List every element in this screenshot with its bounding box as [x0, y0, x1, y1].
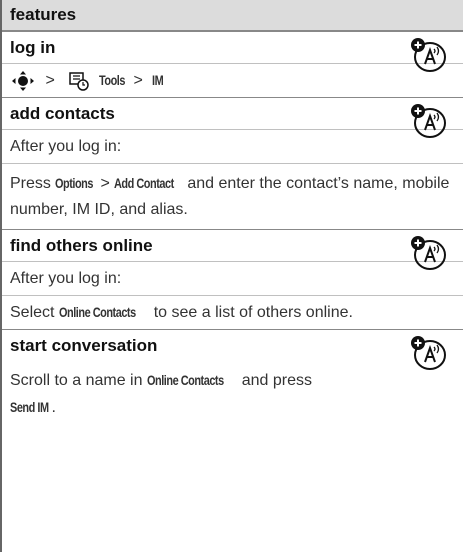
feature-table: features log in > Tools > IM add contact…	[0, 0, 463, 552]
navigation-key-icon	[12, 70, 34, 91]
path-separator: >	[45, 72, 55, 89]
section-title-log-in: log in	[2, 31, 463, 63]
section-start-conversation: start conversation Scroll to a name in O…	[2, 329, 463, 427]
path-separator: >	[133, 72, 143, 89]
carrier-dependent-icon	[411, 236, 446, 270]
tools-menu-icon	[69, 72, 89, 91]
menu-online-contacts: Online Contacts	[146, 372, 224, 388]
menu-online-contacts: Online Contacts	[58, 304, 136, 320]
instruction-text: Select Online Contacts to see a list of …	[2, 295, 463, 329]
section-title-find-others: find others online	[2, 229, 463, 261]
menu-options: Options	[55, 175, 94, 191]
instruction-text: Scroll to a name in Online Contacts and …	[2, 361, 463, 427]
section-title-add-contacts: add contacts	[2, 97, 463, 129]
menu-tools: Tools	[98, 72, 125, 88]
menu-add-contact: Add Contact	[114, 175, 175, 191]
menu-send-im: Send IM	[10, 399, 49, 415]
carrier-dependent-icon	[411, 38, 446, 72]
log-in-path: > Tools > IM	[2, 63, 463, 97]
instruction-text: After you log in:	[2, 261, 463, 295]
menu-im: IM	[152, 72, 164, 88]
section-find-others-online: find others online After you log in: Sel…	[2, 229, 463, 329]
instruction-text: Press Options > Add Contact and enter th…	[2, 163, 463, 229]
section-log-in: log in > Tools > IM	[2, 31, 463, 97]
instruction-text: After you log in:	[2, 129, 463, 163]
section-title-start-conversation: start conversation	[2, 329, 463, 361]
carrier-dependent-icon	[411, 104, 446, 138]
carrier-dependent-icon	[411, 336, 446, 370]
table-header: features	[2, 0, 463, 31]
section-add-contacts: add contacts After you log in: Press Opt…	[2, 97, 463, 229]
